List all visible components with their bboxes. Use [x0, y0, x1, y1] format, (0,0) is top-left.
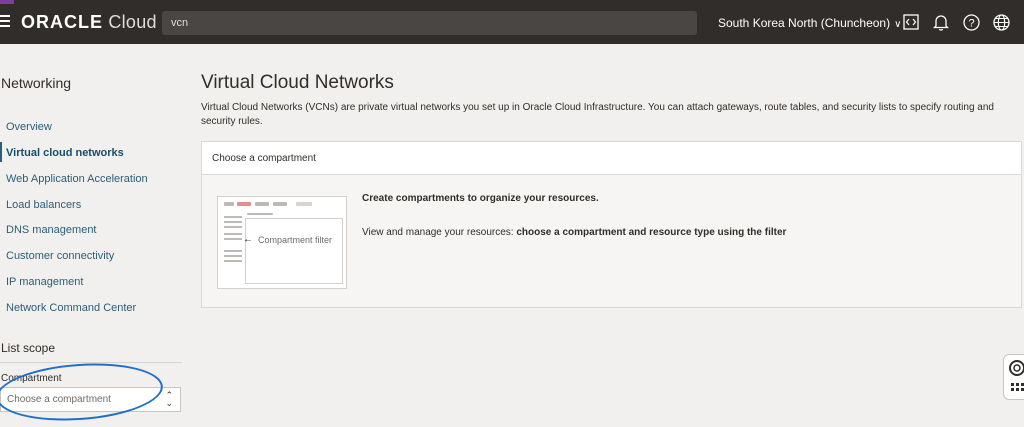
illus-row: [224, 255, 242, 257]
illus-row: [224, 238, 242, 240]
compartment-placeholder: Choose a compartment: [7, 394, 111, 405]
illus-bar: [273, 202, 287, 206]
sidebar-item-overview[interactable]: Overview: [6, 121, 52, 133]
illus-row: [224, 233, 242, 235]
sidebar-item-network-command-center[interactable]: Network Command Center: [6, 302, 136, 314]
code-editor-icon[interactable]: [902, 13, 920, 31]
sidebar-item-load-balancers[interactable]: Load balancers: [6, 199, 81, 211]
illus-row: [224, 226, 242, 228]
oracle-cloud-logo[interactable]: ORACLE Cloud: [21, 12, 157, 33]
svg-text:?: ?: [968, 17, 974, 29]
bell-icon[interactable]: [932, 13, 950, 31]
cta-desc-prefix: View and manage your resources:: [362, 227, 517, 238]
search-input[interactable]: [162, 11, 697, 35]
select-updown-icon: ⌃ ⌄: [165, 390, 173, 408]
panel-header-label: Choose a compartment: [212, 153, 316, 164]
lifebuoy-icon: [1009, 360, 1024, 391]
brand-strong: ORACLE: [21, 12, 103, 32]
illus-bar: [247, 213, 273, 215]
cta-desc-bold: choose a compartment and resource type u…: [516, 227, 787, 238]
chevron-down-icon: ∨: [894, 19, 902, 30]
page-title: Virtual Cloud Networks: [201, 72, 394, 93]
compartment-label: Compartment: [1, 373, 62, 384]
cta-title: Create compartments to organize your res…: [362, 193, 599, 204]
compartment-filter-illustration: ← Compartment filter: [217, 196, 347, 289]
menu-icon[interactable]: [0, 15, 10, 27]
illus-row: [224, 250, 242, 252]
region-label: South Korea North (Chuncheon): [718, 16, 891, 30]
panel-header: Choose a compartment: [202, 142, 1021, 175]
sidebar: Networking Overview Virtual cloud networ…: [0, 44, 182, 427]
compartment-panel: Choose a compartment ← Compartment filte…: [201, 141, 1022, 308]
panel-body: ← Compartment filter Create compartments…: [202, 175, 1021, 307]
sidebar-item-dns-management[interactable]: DNS management: [6, 224, 97, 236]
arrow-left-icon: ←: [243, 234, 253, 245]
compartment-select[interactable]: Choose a compartment ⌃ ⌄: [0, 387, 181, 412]
page-description: Virtual Cloud Networks (VCNs) are privat…: [201, 102, 994, 127]
top-navigation-bar: ORACLE Cloud South Korea North (Chuncheo…: [0, 0, 1024, 44]
region-selector[interactable]: South Korea North (Chuncheon) ∨: [718, 16, 901, 30]
list-scope-title: List scope: [1, 341, 56, 355]
help-widget[interactable]: [1003, 354, 1024, 400]
illus-bar: [237, 202, 251, 206]
globe-icon[interactable]: [992, 13, 1010, 31]
illus-row: [224, 221, 242, 223]
accent-strip: [0, 0, 14, 4]
illus-bar: [255, 202, 269, 206]
illus-row: [224, 216, 242, 218]
sidebar-item-ip-management[interactable]: IP management: [6, 276, 83, 288]
cta-description: View and manage your resources: choose a…: [362, 227, 786, 238]
brand-light: Cloud: [108, 12, 157, 32]
illus-bar: [296, 202, 312, 206]
sidebar-title: Networking: [1, 75, 72, 91]
sidebar-item-web-application-acceleration[interactable]: Web Application Acceleration: [6, 173, 148, 185]
sidebar-item-virtual-cloud-networks[interactable]: Virtual cloud networks: [6, 147, 124, 159]
sidebar-item-customer-connectivity[interactable]: Customer connectivity: [6, 250, 114, 262]
illus-bar: [224, 202, 234, 206]
help-icon[interactable]: ?: [962, 13, 980, 31]
divider: [0, 362, 182, 363]
illus-filter-label: Compartment filter: [258, 235, 333, 245]
illus-row: [224, 260, 242, 262]
active-indicator: [0, 142, 2, 162]
illus-filter-box: [245, 218, 343, 284]
